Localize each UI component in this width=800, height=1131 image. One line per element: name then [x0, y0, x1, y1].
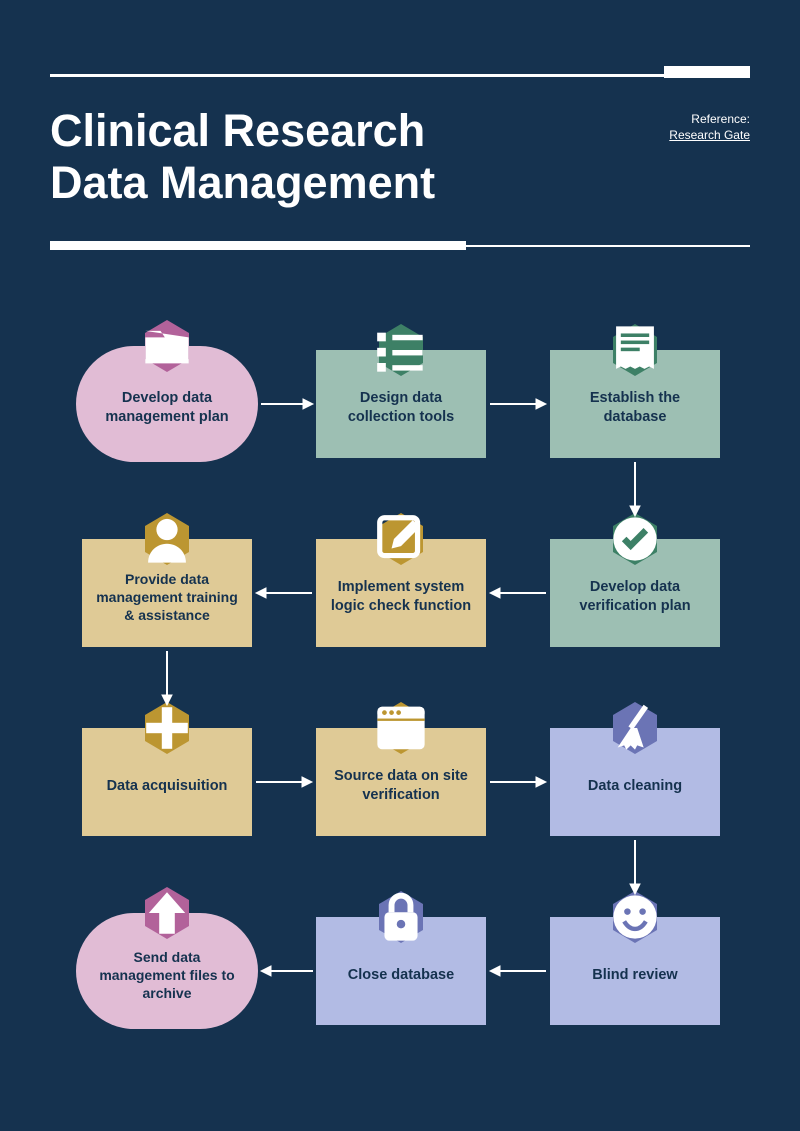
folder-icon — [141, 320, 193, 372]
node-acquisition: Data acquisuition — [82, 728, 252, 836]
node-close-db: Close database — [316, 917, 486, 1025]
node-label: Provide data management training & assis… — [96, 570, 238, 625]
node-develop-plan: Develop data management plan — [76, 346, 258, 462]
node-source-verify: Source data on site verification — [316, 728, 486, 836]
lock-icon — [375, 891, 427, 943]
arrow — [488, 396, 548, 412]
edit-icon — [375, 513, 427, 565]
flowchart: Develop data management plan Design data… — [0, 310, 800, 1131]
title-line1: Clinical Research — [50, 105, 425, 156]
arrow — [627, 838, 643, 896]
user-icon — [141, 513, 193, 565]
node-blind-review: Blind review — [550, 917, 720, 1025]
plus-icon — [141, 702, 193, 754]
check-icon — [609, 513, 661, 565]
upload-icon — [141, 887, 193, 939]
page-title: Clinical Research Data Management — [50, 105, 750, 209]
arrow — [488, 963, 548, 979]
rule-top-accent — [664, 66, 750, 78]
node-verification-plan: Develop data verification plan — [550, 539, 720, 647]
arrow — [259, 396, 315, 412]
window-icon — [375, 702, 427, 754]
node-logic-check: Implement system logic check function — [316, 539, 486, 647]
node-training: Provide data management training & assis… — [82, 539, 252, 647]
node-label: Design data collection tools — [330, 389, 472, 427]
reference-link[interactable]: Research Gate — [669, 128, 750, 142]
node-label: Develop data verification plan — [564, 578, 706, 616]
list-icon — [375, 324, 427, 376]
arrow — [259, 963, 315, 979]
broom-icon — [609, 702, 661, 754]
arrow — [627, 460, 643, 518]
title-line2: Data Management — [50, 157, 435, 208]
arrow — [488, 585, 548, 601]
reference: Reference: Research Gate — [669, 112, 750, 142]
node-label: Data acquisuition — [107, 777, 228, 796]
arrow — [254, 774, 314, 790]
arrow — [254, 585, 314, 601]
node-label: Source data on site verification — [330, 767, 472, 805]
reference-label: Reference: — [691, 112, 750, 126]
smile-icon — [609, 891, 661, 943]
node-cleaning: Data cleaning — [550, 728, 720, 836]
node-label: Establish the database — [564, 389, 706, 427]
node-design-tools: Design data collection tools — [316, 350, 486, 458]
header: Clinical Research Data Management Refere… — [0, 0, 800, 209]
arrow — [488, 774, 548, 790]
node-label: Blind review — [592, 966, 677, 985]
arrow — [159, 649, 175, 707]
node-label: Data cleaning — [588, 777, 682, 796]
node-label: Close database — [348, 966, 454, 985]
node-label: Send data management files to archive — [92, 948, 242, 1003]
node-establish-db: Establish the database — [550, 350, 720, 458]
rule-bottom-thick — [50, 241, 466, 250]
node-archive: Send data management files to archive — [76, 913, 258, 1029]
node-label: Implement system logic check function — [330, 578, 472, 616]
rule-top — [50, 74, 750, 77]
node-label: Develop data management plan — [92, 389, 242, 427]
receipt-icon — [609, 324, 661, 376]
